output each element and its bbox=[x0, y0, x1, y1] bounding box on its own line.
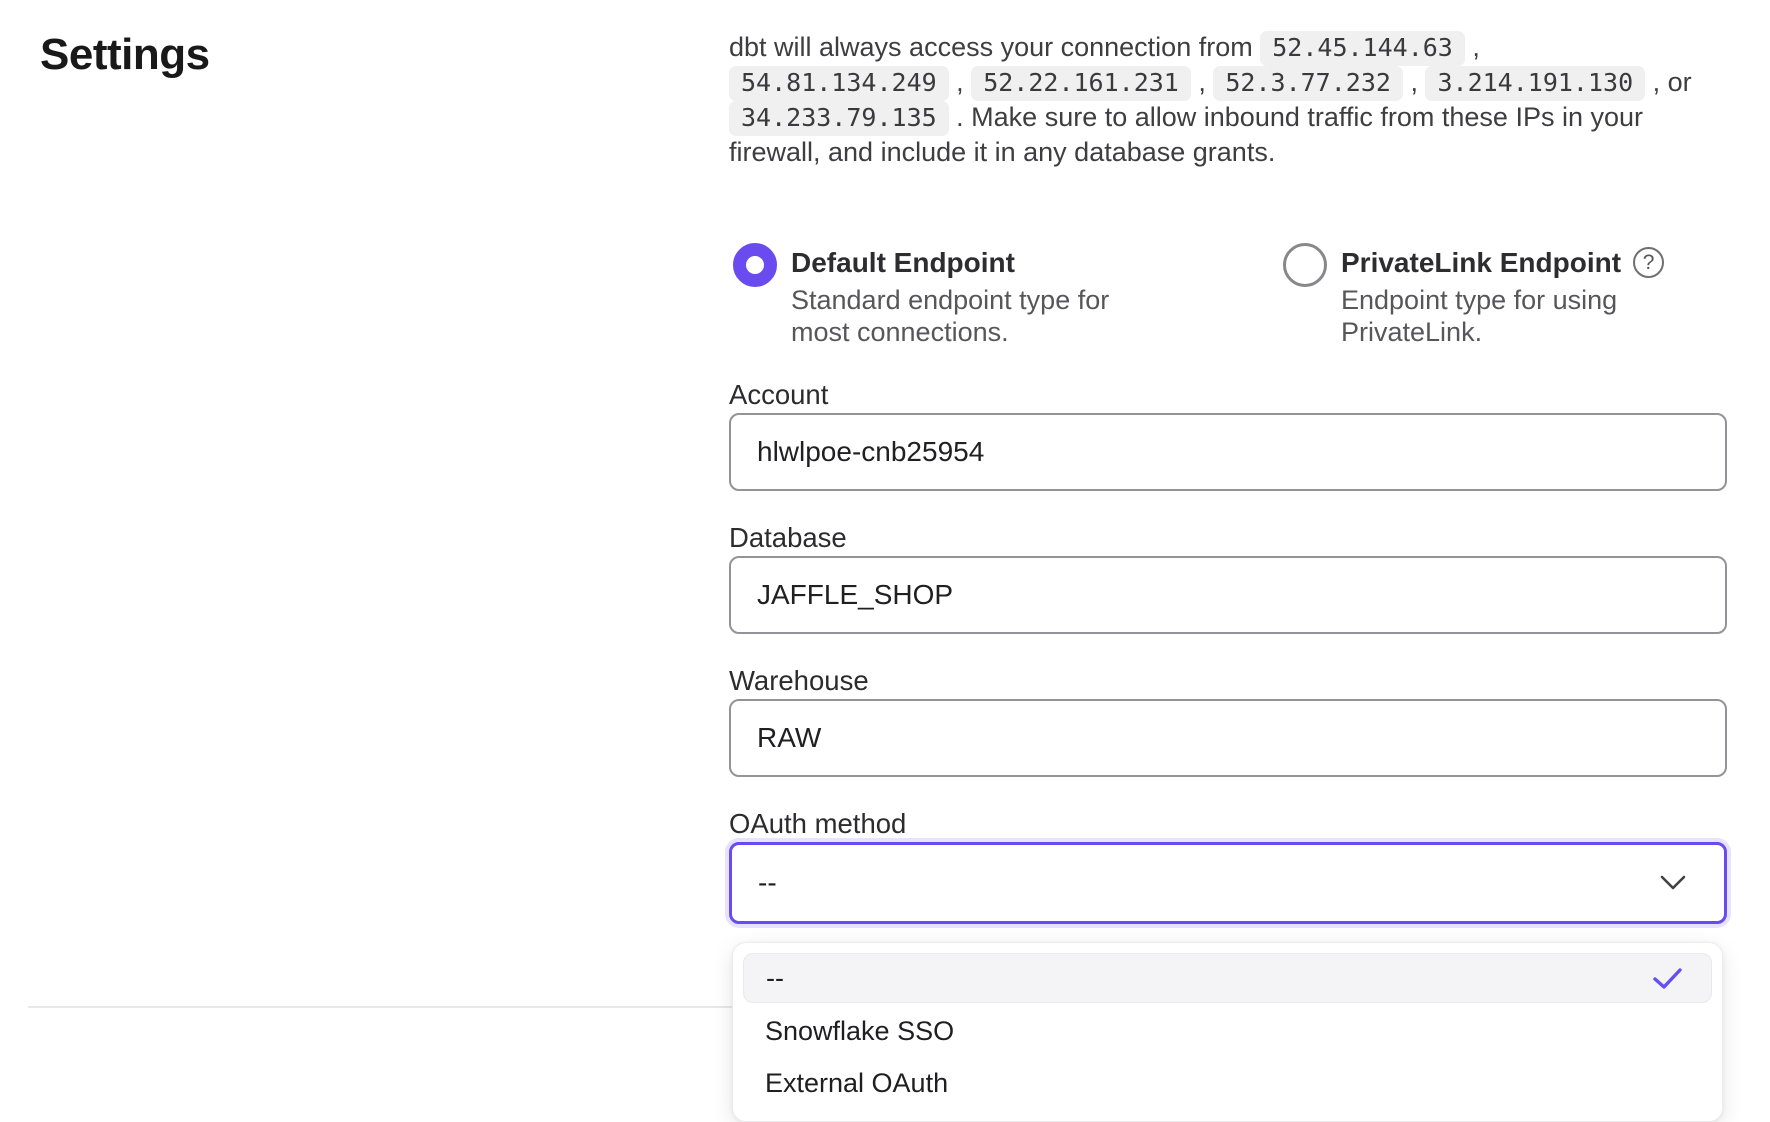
account-input[interactable] bbox=[729, 413, 1727, 491]
endpoint-option-label: PrivateLink Endpoint bbox=[1341, 246, 1621, 279]
warehouse-field-block: Warehouse bbox=[729, 664, 1727, 777]
chevron-down-icon bbox=[1660, 875, 1686, 891]
oauth-method-dropdown: -- Snowflake SSO External OAuth bbox=[732, 942, 1723, 1122]
help-icon[interactable]: ? bbox=[1633, 247, 1664, 278]
endpoint-option-privatelink[interactable]: PrivateLink Endpoint ? Endpoint type for… bbox=[1283, 242, 1664, 348]
connection-form-column: dbt will always access your connection f… bbox=[729, 30, 1727, 924]
oauth-method-select-wrap: -- -- bbox=[729, 842, 1727, 924]
intro-line: 54.81.134.249 , 52.22.161.231 , 52.3.77.… bbox=[729, 65, 1727, 100]
settings-header-column: Settings bbox=[40, 30, 729, 924]
database-field-block: Database bbox=[729, 521, 1727, 634]
account-label: Account bbox=[729, 378, 1727, 411]
page-title: Settings bbox=[40, 30, 729, 81]
check-icon bbox=[1652, 967, 1683, 990]
ip-address-pill: 34.233.79.135 bbox=[729, 101, 949, 136]
oauth-method-selected-value: -- bbox=[758, 867, 1660, 899]
endpoint-option-texts: PrivateLink Endpoint ? Endpoint type for… bbox=[1341, 242, 1664, 348]
account-field-block: Account bbox=[729, 378, 1727, 491]
oauth-option-label: -- bbox=[766, 963, 1652, 994]
database-label: Database bbox=[729, 521, 1727, 554]
settings-page: Settings dbt will always access your con… bbox=[0, 0, 1770, 924]
section-divider bbox=[28, 1006, 734, 1008]
endpoint-option-description: Standard endpoint type for most connecti… bbox=[791, 284, 1163, 348]
endpoint-option-label: Default Endpoint bbox=[791, 246, 1015, 279]
endpoint-option-default[interactable]: Default Endpoint Standard endpoint type … bbox=[733, 242, 1283, 348]
ip-address-pill: 52.45.144.63 bbox=[1260, 31, 1465, 66]
warehouse-label: Warehouse bbox=[729, 664, 1727, 697]
ip-address-pill: 54.81.134.249 bbox=[729, 66, 949, 101]
radio-privatelink-endpoint[interactable] bbox=[1283, 243, 1327, 287]
endpoint-type-radio-group: Default Endpoint Standard endpoint type … bbox=[729, 242, 1727, 348]
endpoint-option-description: Endpoint type for using PrivateLink. bbox=[1341, 284, 1641, 348]
warehouse-input[interactable] bbox=[729, 699, 1727, 777]
intro-line: firewall, and include it in any database… bbox=[729, 135, 1727, 170]
oauth-option-snowflake-sso[interactable]: Snowflake SSO bbox=[743, 1005, 1712, 1057]
intro-line: dbt will always access your connection f… bbox=[729, 30, 1727, 65]
endpoint-option-texts: Default Endpoint Standard endpoint type … bbox=[791, 242, 1163, 348]
oauth-option-label: External OAuth bbox=[765, 1068, 1690, 1099]
oauth-method-field-block: OAuth method -- -- bbox=[729, 807, 1727, 924]
ip-allowlist-paragraph: dbt will always access your connection f… bbox=[729, 30, 1727, 170]
radio-default-endpoint[interactable] bbox=[733, 243, 777, 287]
oauth-option-label: Snowflake SSO bbox=[765, 1016, 1690, 1047]
oauth-method-label: OAuth method bbox=[729, 807, 1727, 840]
intro-line: 34.233.79.135 . Make sure to allow inbou… bbox=[729, 100, 1727, 135]
ip-address-pill: 52.22.161.231 bbox=[971, 66, 1191, 101]
database-input[interactable] bbox=[729, 556, 1727, 634]
ip-address-pill: 52.3.77.232 bbox=[1213, 66, 1403, 101]
oauth-option-external-oauth[interactable]: External OAuth bbox=[743, 1057, 1712, 1109]
oauth-option-none[interactable]: -- bbox=[743, 953, 1712, 1003]
ip-address-pill: 3.214.191.130 bbox=[1425, 66, 1645, 101]
oauth-method-select[interactable]: -- bbox=[729, 842, 1727, 924]
